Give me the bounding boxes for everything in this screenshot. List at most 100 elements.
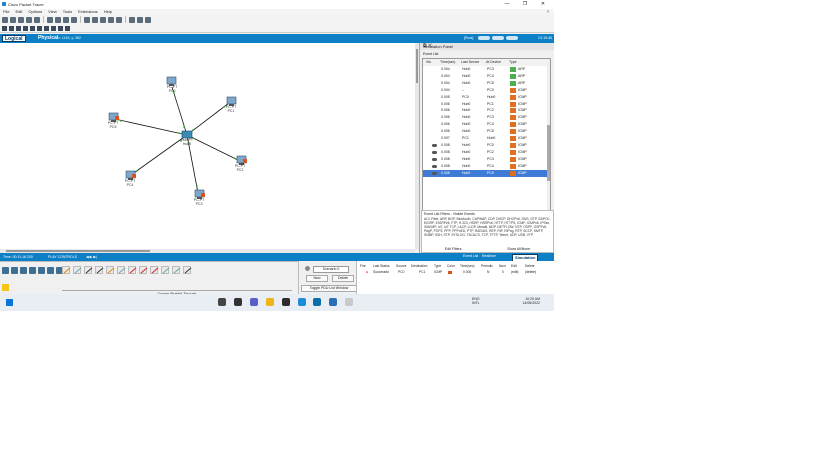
event-list-toggle[interactable]: Event List [463, 254, 478, 258]
device-pc3[interactable]: PC-PT PC3 [194, 189, 206, 206]
file-explorer-icon[interactable] [266, 298, 274, 306]
pdu-delete-link[interactable]: (delete) [525, 270, 536, 275]
hub-category-icon[interactable] [20, 267, 27, 274]
scenario-select[interactable]: Scenario 0 [313, 266, 349, 273]
zoom-reset-icon[interactable] [92, 16, 98, 23]
topology-icon[interactable] [137, 16, 143, 23]
open-file-icon[interactable] [10, 16, 16, 23]
usb-cable-icon[interactable] [172, 266, 180, 274]
auto-cable-icon[interactable] [62, 266, 70, 274]
draw-shape-icon[interactable] [44, 25, 49, 31]
eye-icon[interactable] [432, 150, 437, 154]
toggle-pdu-list-button[interactable]: Toggle PDU List Window [301, 285, 357, 292]
inspect-icon[interactable] [9, 25, 14, 31]
zoom-out-icon[interactable] [100, 16, 106, 23]
device-hub0[interactable]: Hub-PT Hub0 [181, 130, 193, 146]
eye-icon[interactable] [432, 143, 437, 147]
screenshot-icon[interactable] [145, 16, 151, 23]
connections-icon[interactable] [2, 284, 9, 291]
app-taskbar-icon[interactable] [345, 298, 353, 306]
edge-icon[interactable] [298, 298, 306, 306]
show-all-none-button[interactable]: Show All/None [507, 247, 530, 251]
language-indicator[interactable]: ENG INTL [472, 297, 480, 305]
packet-tracer-taskbar-icon[interactable] [313, 298, 321, 306]
redo-icon[interactable] [71, 16, 77, 23]
console-cable-icon[interactable] [73, 266, 81, 274]
scroll-thumb[interactable] [416, 49, 418, 83]
view-pill[interactable] [492, 36, 504, 40]
crossover-cable-icon[interactable] [95, 266, 103, 274]
router-category-icon[interactable] [2, 267, 9, 274]
status-play-icons[interactable]: ◀ ▶ ▶| [86, 255, 97, 259]
copy-icon[interactable] [47, 16, 53, 23]
wan-emulation-category-icon[interactable] [47, 267, 54, 274]
close-panel-icon[interactable]: ⧉ ✕ [423, 43, 552, 49]
edit-filters-button[interactable]: Edit Filters [445, 247, 462, 251]
coaxial-cable-icon[interactable] [183, 266, 191, 274]
add-complex-pdu-icon[interactable] [65, 25, 70, 31]
maximize-button[interactable]: ❐ [516, 1, 534, 7]
device-pc1[interactable]: PC-PT PC1 [226, 96, 238, 113]
scroll-thumb[interactable] [6, 250, 150, 252]
scenario-gear-icon[interactable] [305, 266, 310, 271]
end-device-category-icon[interactable] [38, 267, 45, 274]
pdu-edit-link[interactable]: (edit) [511, 270, 519, 275]
app-taskbar-icon[interactable] [329, 298, 337, 306]
drawing-palette-icon[interactable] [108, 16, 114, 23]
wireless-category-icon[interactable] [29, 267, 36, 274]
save-icon[interactable] [18, 16, 24, 23]
select-icon[interactable] [2, 25, 7, 31]
event-row[interactable]: 0.008 Hub0 PC5 ICMP [423, 169, 550, 177]
search-icon[interactable] [218, 298, 226, 306]
logical-workspace[interactable]: PC-PT PC0 PC-PT PC1 PC-PT PC2 PC-PT PC3 PC-P… [0, 43, 415, 249]
tab-physical[interactable]: Physical [36, 35, 60, 42]
octal-cable-icon[interactable] [150, 266, 158, 274]
undo-icon[interactable] [63, 16, 69, 23]
view-pill[interactable] [506, 36, 518, 40]
delete-icon[interactable] [16, 25, 21, 31]
activity-wizard-icon[interactable] [34, 16, 40, 23]
realtime-mode-button[interactable]: Realtime [482, 254, 496, 258]
eye-icon[interactable] [432, 164, 437, 168]
scroll-thumb[interactable] [547, 125, 550, 181]
straight-through-cable-icon[interactable] [84, 266, 92, 274]
network-info-icon[interactable] [129, 16, 135, 23]
phone-cable-icon[interactable] [117, 266, 125, 274]
fiber-cable-icon[interactable] [106, 266, 114, 274]
paste-icon[interactable] [55, 16, 61, 23]
eye-icon[interactable] [432, 157, 437, 161]
tab-logical[interactable]: Logical [2, 35, 26, 42]
device-pc5[interactable]: PC-PT PC5 [108, 112, 120, 129]
add-simple-pdu-icon[interactable] [58, 25, 63, 31]
pdu-row[interactable]: ● Successful PC0 PC1 ICMP 0.000 N 0 (edi… [357, 270, 554, 275]
task-view-icon[interactable] [234, 298, 242, 306]
delete-scenario-button[interactable]: Delete [332, 275, 354, 282]
switch-category-icon[interactable] [11, 267, 18, 274]
device-pc0[interactable]: PC-PT PC0 [166, 76, 178, 93]
resize-icon[interactable] [23, 25, 28, 31]
print-icon[interactable] [26, 16, 32, 23]
iot-cable-icon[interactable] [161, 266, 169, 274]
place-note-icon[interactable] [30, 25, 35, 31]
serial-dce-cable-icon[interactable] [128, 266, 136, 274]
device-pc4[interactable]: PC-PT PC4 [125, 170, 137, 187]
new-scenario-button[interactable]: New [306, 275, 328, 282]
store-icon[interactable] [282, 298, 290, 306]
close-button[interactable]: ✕ [534, 1, 552, 7]
zoom-in-icon[interactable] [84, 16, 90, 23]
event-list-scrollbar[interactable] [547, 59, 550, 219]
device-pc2[interactable]: PC-PT PC2 [235, 155, 248, 172]
teams-icon[interactable] [250, 298, 258, 306]
custom-devices-icon[interactable] [116, 16, 122, 23]
eye-icon[interactable] [432, 171, 437, 175]
draw-line-icon[interactable] [37, 25, 42, 31]
pdu-fire-icon[interactable]: ● [366, 270, 368, 275]
minimize-button[interactable]: — [498, 1, 516, 7]
serial-dte-cable-icon[interactable] [139, 266, 147, 274]
link-hub-pc0[interactable] [171, 86, 188, 136]
system-clock[interactable]: 10:29 AM 14/05/2022 [522, 297, 540, 305]
windows-start-icon[interactable] [6, 299, 13, 306]
pencil-icon[interactable] [51, 25, 56, 31]
view-pill[interactable] [478, 36, 490, 40]
new-file-icon[interactable] [2, 16, 8, 23]
